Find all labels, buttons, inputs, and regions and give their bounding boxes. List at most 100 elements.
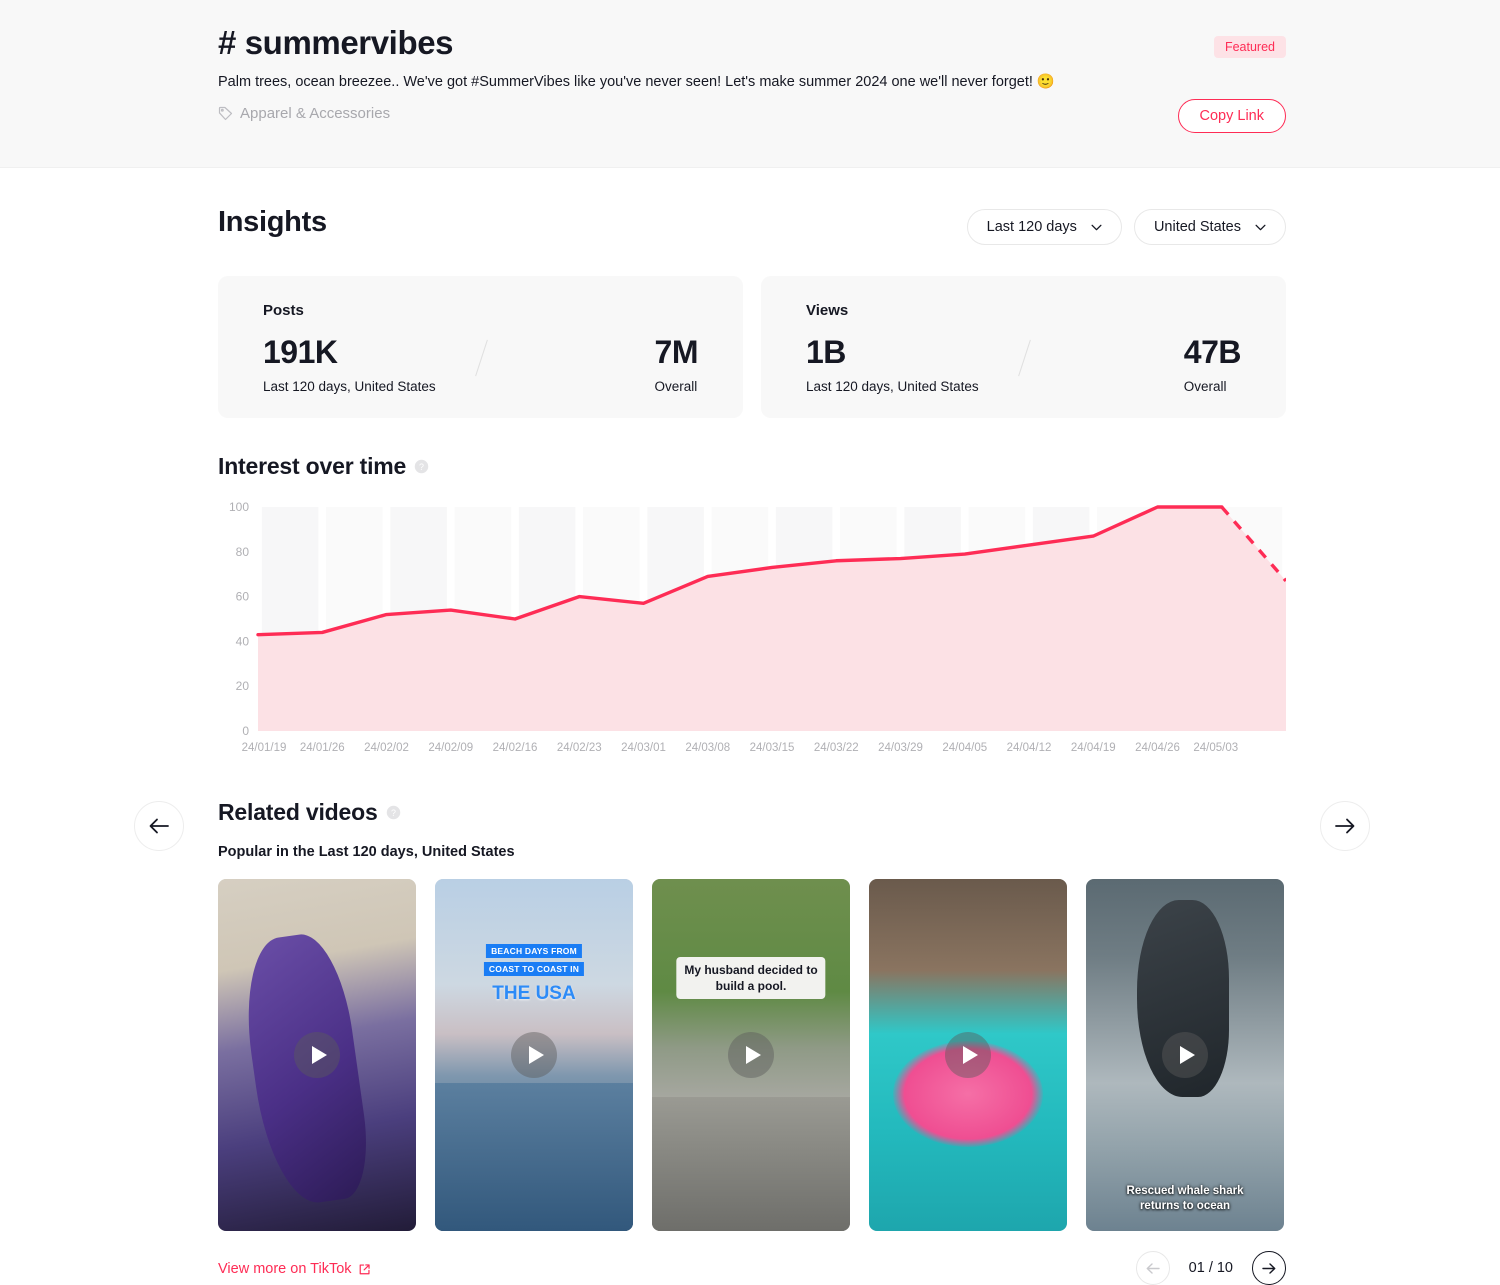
stat-card-posts: Posts 191K Last 120 days, United States … (218, 276, 743, 418)
chart-x-tick-label: 24/03/22 (813, 742, 859, 754)
page-header: # summervibes Palm trees, ocean breezee.… (0, 0, 1500, 168)
chevron-down-icon (1255, 224, 1266, 230)
chart-x-tick-label: 24/02/02 (364, 742, 409, 754)
stat-divider (1017, 339, 1031, 377)
status-badge: Featured (1213, 36, 1286, 58)
chart-x-tick-label: 24/03/08 (685, 742, 731, 754)
chevron-down-icon (1091, 224, 1102, 230)
stat-secondary: 47B Overall (1183, 334, 1242, 394)
stat-card-title: Posts (263, 302, 304, 319)
interest-over-time-chart: 0 20 40 60 80 100 24/01/19 24/01/26 24/02/02 24/… (218, 499, 1286, 769)
insights-header: Insights Last 120 days United States (218, 201, 1286, 275)
video-thumbnail-card[interactable]: BEACH DAYS FROM COAST TO COAST IN THE US… (435, 879, 633, 1231)
hashtag-description: Palm trees, ocean breezee.. We've got #S… (218, 74, 1055, 90)
thumbnail-caption: Rescued whale shark returns to ocean (1127, 1184, 1244, 1213)
chart-x-tick-label: 24/02/09 (428, 742, 474, 754)
caption-line-2: build a pool. (715, 979, 787, 994)
region-filter-label: United States (1153, 219, 1241, 235)
chart-canvas: 0 20 40 60 80 100 (229, 500, 1286, 738)
carousel-prev-button[interactable] (134, 801, 184, 851)
arrow-right-icon (1262, 1262, 1276, 1274)
play-icon[interactable] (945, 1032, 991, 1078)
stat-value: 191K (263, 334, 338, 370)
carousel-next-button[interactable] (1320, 801, 1370, 851)
stat-sublabel: Last 120 days, United States (263, 378, 436, 394)
chart-x-tick-label: 24/04/26 (1135, 742, 1180, 754)
header-content: # summervibes Palm trees, ocean breezee.… (218, 0, 1286, 168)
caption-line-1: My husband decided to (684, 963, 818, 977)
insights-title: Insights (218, 206, 327, 238)
category-row: Apparel & Accessories (218, 105, 390, 122)
svg-text:60: 60 (236, 590, 250, 604)
main-content: Insights Last 120 days United States Pos… (218, 168, 1286, 1285)
stat-primary: 191K Last 120 days, United States (263, 334, 436, 394)
chart-x-tick-label: 24/02/23 (556, 742, 602, 754)
chart-title: Interest over time (218, 453, 407, 479)
copy-link-button[interactable]: Copy Link (1177, 99, 1286, 133)
stat-card-views: Views 1B Last 120 days, United States 47… (761, 276, 1286, 418)
chart-x-tick-label: 24/01/19 (241, 742, 287, 754)
arrow-left-icon (149, 818, 169, 834)
hashtag-name: summervibes (244, 24, 454, 61)
region-filter[interactable]: United States (1133, 209, 1286, 245)
arrow-left-icon (1146, 1262, 1160, 1274)
info-icon[interactable]: ? (414, 459, 429, 474)
caption-headline: THE USA (492, 983, 576, 1004)
related-videos-subtitle: Popular in the Last 120 days, United Sta… (218, 844, 515, 860)
stat-card-title: Views (806, 302, 849, 319)
page-title: # summervibes (218, 24, 454, 62)
chart-x-axis: 24/01/19 24/01/26 24/02/02 24/02/09 24/02/16… (218, 742, 1286, 764)
chart-x-tick-label: 24/02/16 (492, 742, 538, 754)
stat-secondary: 7M Overall (654, 334, 699, 394)
related-videos-title: Related videos (218, 799, 378, 825)
video-thumbnail-card[interactable] (869, 879, 1067, 1231)
thumbnail-caption: My husband decided to build a pool. (676, 957, 826, 1000)
video-thumbnail-card[interactable] (218, 879, 416, 1231)
svg-text:20: 20 (236, 679, 250, 693)
svg-text:0: 0 (242, 724, 249, 738)
caption-line-2: returns to ocean (1139, 1199, 1231, 1212)
chart-x-tick-label: 24/01/26 (299, 742, 345, 754)
page-indicator: 01 / 10 (1188, 1260, 1233, 1276)
arrow-right-icon (1335, 818, 1355, 834)
chart-x-tick-label: 24/03/01 (621, 742, 666, 754)
chart-x-tick-label: 24/04/19 (1070, 742, 1116, 754)
view-more-on-tiktok-link[interactable]: View more on TikTok (218, 1261, 371, 1277)
stat-cards: Posts 191K Last 120 days, United States … (218, 276, 1286, 418)
chart-x-tick-label: 24/04/05 (942, 742, 988, 754)
category-label: Apparel & Accessories (240, 105, 391, 122)
stat-sublabel: Overall (654, 378, 698, 394)
hash-symbol: # (218, 24, 236, 61)
pagination: 01 / 10 (1135, 1251, 1286, 1285)
video-thumbnail-card[interactable]: My husband decided to build a pool. (652, 879, 850, 1231)
stat-grid: 1B Last 120 days, United States 47B Over… (806, 334, 1242, 394)
play-icon[interactable] (1162, 1032, 1208, 1078)
stat-divider (474, 339, 488, 377)
info-icon[interactable]: ? (386, 805, 401, 820)
related-videos-footer: View more on TikTok 01 / 10 (218, 1245, 1286, 1285)
video-thumbnail-card[interactable]: Rescued whale shark returns to ocean (1086, 879, 1284, 1231)
date-range-filter[interactable]: Last 120 days (966, 209, 1122, 245)
pagination-prev-button[interactable] (1135, 1251, 1170, 1285)
caption-line-1: BEACH DAYS FROM (486, 944, 582, 958)
play-icon[interactable] (511, 1032, 557, 1078)
stat-grid: 191K Last 120 days, United States 7M Ove… (263, 334, 699, 394)
pagination-next-button[interactable] (1252, 1251, 1286, 1285)
view-more-label: View more on TikTok (218, 1261, 352, 1277)
play-icon[interactable] (728, 1032, 774, 1078)
svg-text:?: ? (419, 462, 424, 472)
page-body: Insights Last 120 days United States Pos… (0, 168, 1500, 1285)
video-grid: BEACH DAYS FROM COAST TO COAST IN THE US… (218, 879, 1286, 1231)
svg-text:40: 40 (236, 634, 250, 648)
svg-text:80: 80 (236, 545, 250, 559)
play-icon[interactable] (294, 1032, 340, 1078)
stat-sublabel: Overall (1183, 378, 1227, 394)
filter-group: Last 120 days United States (966, 209, 1286, 245)
tag-icon (218, 106, 233, 121)
stat-value: 7M (654, 334, 699, 370)
chart-x-tick-label: 24/05/03 (1193, 742, 1239, 754)
chart-x-tick-label: 24/04/12 (1006, 742, 1052, 754)
chart-heading: Interest over time ? (218, 453, 1286, 480)
stat-value: 1B (806, 334, 846, 370)
stat-sublabel: Last 120 days, United States (806, 378, 979, 394)
